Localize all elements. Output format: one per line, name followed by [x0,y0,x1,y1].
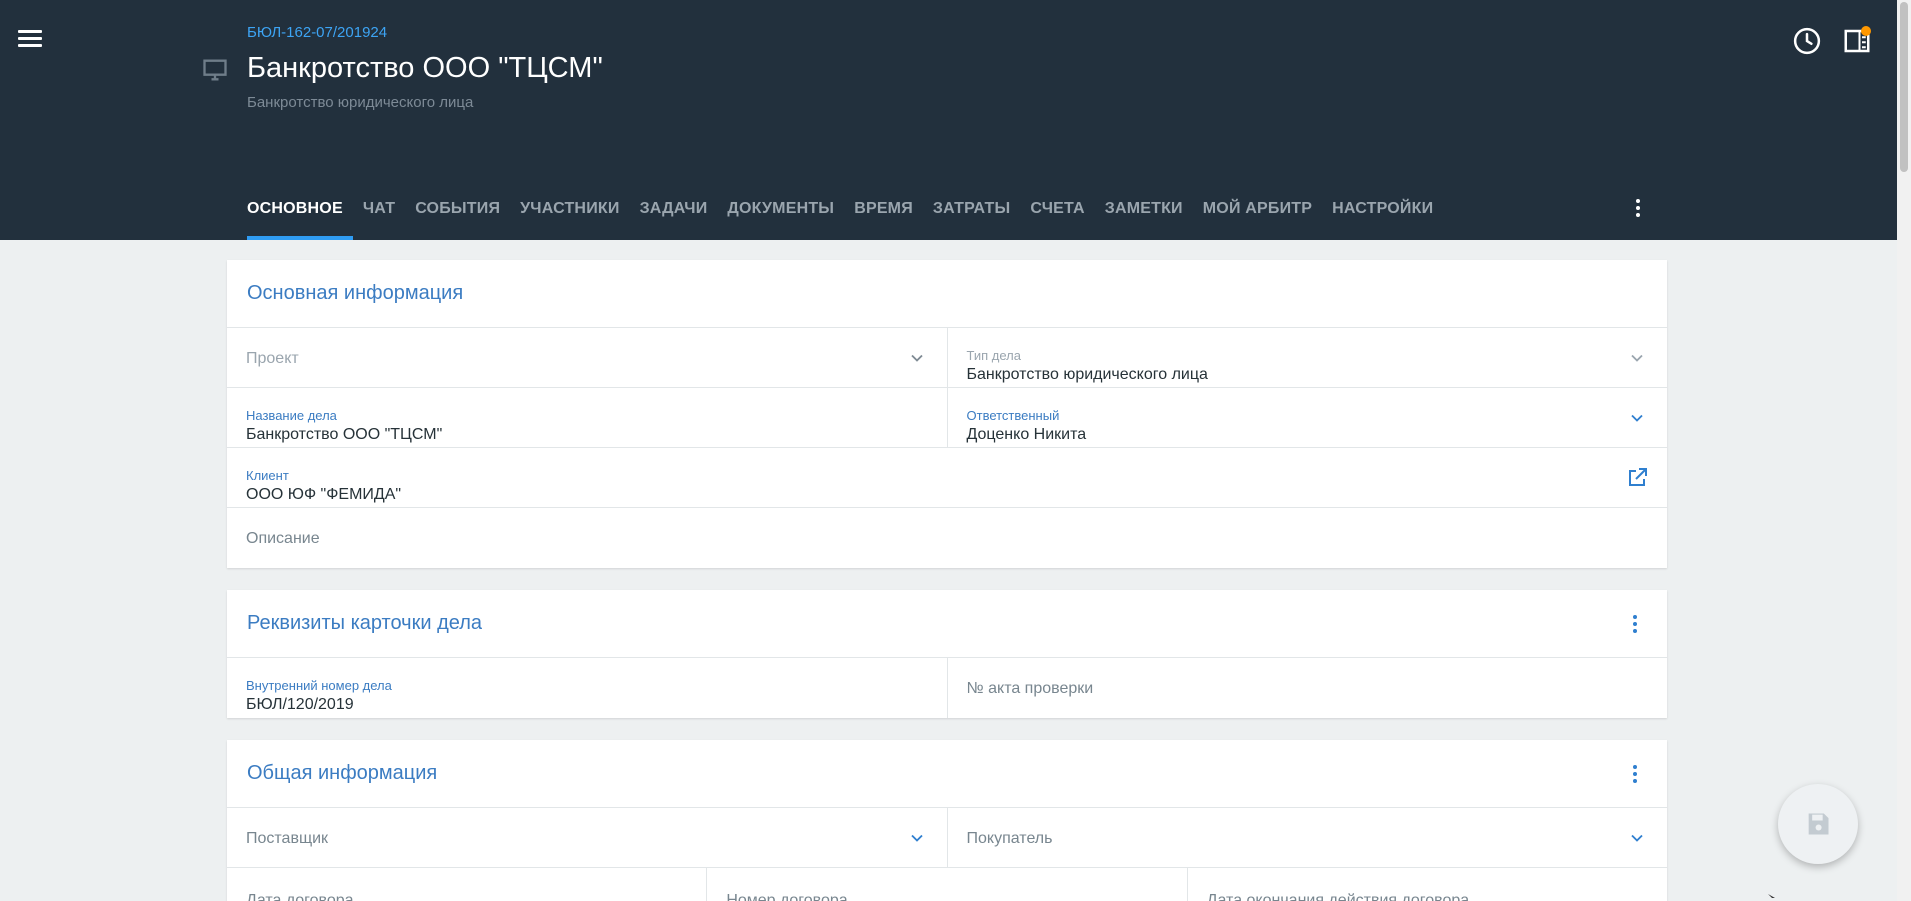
case-type-select[interactable]: Тип дела Банкротство юридического лица [946,328,1668,387]
requisites-card: Реквизиты карточки дела Внутренний номер… [227,590,1667,718]
page-subtitle: Банкротство юридического лица [247,94,474,111]
chevron-down-icon [1631,354,1643,362]
general-info-card: Общая информация Поставщик Покупатель Да… [227,740,1667,901]
case-name-field[interactable]: Название дела Банкротство ООО "ТЦСМ" [227,388,947,447]
tab-participants[interactable]: УЧАСТНИКИ [510,196,629,240]
card-title: Общая информация [247,762,438,784]
card-header: Общая информация [227,740,1667,808]
case-name-value: Банкротство ООО "ТЦСМ" [246,426,443,443]
card-header: Основная информация [227,260,1667,328]
scrollbar-thumb[interactable] [1900,2,1908,172]
chevron-down-icon [910,354,923,362]
inspection-act-placeholder: № акта проверки [966,680,1094,697]
tab-bar: ОСНОВНОЕ ЧАТ СОБЫТИЯ УЧАСТНИКИ ЗАДАЧИ ДО… [247,196,1443,240]
chevron-down-icon [1631,834,1643,842]
clock-icon[interactable] [1792,26,1822,56]
description-placeholder: Описание [246,530,320,547]
responsible-value: Доценко Никита [966,426,1087,443]
tab-invoices[interactable]: СЧЕТА [1020,196,1094,240]
monitor-icon [203,59,227,81]
case-type-value: Банкротство юридического лица [966,366,1208,383]
responsible-select[interactable]: Ответственный Доценко Никита [946,388,1668,447]
description-field[interactable]: Описание [227,508,1667,568]
contract-number-field[interactable]: Номер договора [706,868,1186,901]
tab-expenses[interactable]: ЗАТРАТЫ [923,196,1020,240]
contract-end-placeholder: Дата окончания действия договора [1206,892,1470,901]
chevron-down-icon [1631,414,1643,422]
internal-number-value: БЮЛ/120/2019 [246,696,354,713]
card-title: Основная информация [247,282,464,304]
save-button[interactable] [1778,784,1858,864]
project-select[interactable]: Проект [227,328,947,387]
open-external-icon[interactable] [1625,466,1649,490]
page-title: Банкротство ООО "ТЦСМ" [247,52,603,84]
contract-number-placeholder: Номер договора [726,892,848,901]
buyer-placeholder: Покупатель [966,830,1053,847]
save-icon [1808,813,1829,835]
contract-end-date-field[interactable]: Дата окончания действия договора [1186,868,1667,901]
more-vertical-icon[interactable] [1623,762,1647,790]
inspection-act-field[interactable]: № акта проверки [946,658,1668,718]
app-header: БЮЛ-162-07/201924 Банкротство ООО "ТЦСМ"… [0,0,1897,240]
client-value: ООО ЮФ "ФЕМИДА" [246,486,402,503]
tabs-more-icon[interactable] [1626,196,1650,224]
case-id-link[interactable]: БЮЛ-162-07/201924 [247,24,387,41]
mouse-cursor-icon [1768,894,1775,898]
supplier-select[interactable]: Поставщик [227,808,947,867]
tab-chat[interactable]: ЧАТ [353,196,405,240]
main-info-card: Основная информация Проект Тип дела Банк… [227,260,1667,568]
contract-date-field[interactable]: Дата договора [227,868,706,901]
contract-date-placeholder: Дата договора [246,892,354,901]
tab-main[interactable]: ОСНОВНОЕ [247,196,353,240]
client-label: Клиент [246,468,289,483]
tab-notes[interactable]: ЗАМЕТКИ [1095,196,1193,240]
card-header: Реквизиты карточки дела [227,590,1667,658]
buyer-select[interactable]: Покупатель [946,808,1668,867]
tab-tasks[interactable]: ЗАДАЧИ [630,196,718,240]
internal-number-field[interactable]: Внутренний номер дела БЮЛ/120/2019 [227,658,947,718]
responsible-label: Ответственный [966,408,1060,423]
tab-documents[interactable]: ДОКУМЕНТЫ [717,196,844,240]
hamburger-menu-icon[interactable] [14,26,46,54]
card-title: Реквизиты карточки дела [247,612,482,634]
tab-time[interactable]: ВРЕМЯ [844,196,923,240]
page-scrollbar[interactable] [1897,0,1911,901]
internal-number-label: Внутренний номер дела [246,678,392,693]
notification-dot [1861,26,1871,36]
supplier-placeholder: Поставщик [246,830,329,847]
tab-my-arbiter[interactable]: МОЙ АРБИТР [1193,196,1322,240]
case-type-label: Тип дела [966,348,1021,363]
client-field[interactable]: Клиент ООО ЮФ "ФЕМИДА" [227,448,1667,507]
tab-settings[interactable]: НАСТРОЙКИ [1322,196,1443,240]
chevron-down-icon [910,834,923,842]
case-name-label: Название дела [246,408,337,423]
more-vertical-icon[interactable] [1623,612,1647,640]
tab-events[interactable]: СОБЫТИЯ [405,196,510,240]
project-placeholder: Проект [246,350,299,367]
